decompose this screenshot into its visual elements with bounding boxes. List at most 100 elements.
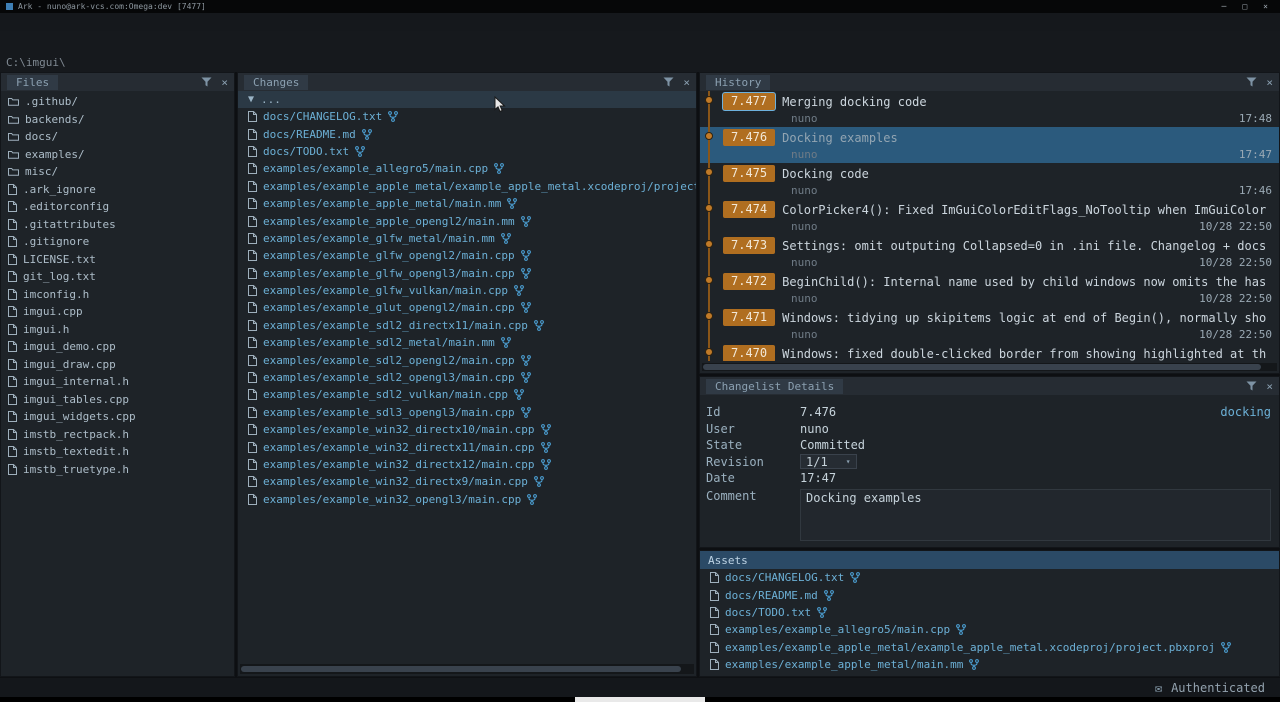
file-tree-item[interactable]: imgui_demo.cpp [1,338,234,356]
changed-file-row[interactable]: examples/example_glut_opengl2/main.cpp [238,299,696,316]
file-icon [8,464,17,475]
changed-file-row[interactable]: docs/README.md [238,125,696,142]
changed-file-row[interactable]: examples/example_glfw_opengl3/main.cpp [238,265,696,282]
file-tree-item[interactable]: .gitignore [1,233,234,251]
file-tree-item[interactable]: .ark_ignore [1,181,234,199]
changeset-badge[interactable]: 7.470 [723,345,775,361]
changeset-row[interactable]: 7.471 Windows: tidying up skipitems logi… [700,307,1279,343]
asset-row[interactable]: docs/README.md [700,586,1279,603]
asset-row[interactable]: docs/TODO.txt [700,604,1279,621]
close-window-icon[interactable]: × [1263,0,1268,13]
file-tree-item[interactable]: imstb_rectpack.h [1,426,234,444]
changed-file-row[interactable]: examples/example_apple_metal/main.mm [238,195,696,212]
filter-icon[interactable] [1246,381,1257,391]
comment-input[interactable]: Docking examples [800,489,1271,541]
changed-file-row[interactable]: examples/example_allegro5/main.cpp [238,160,696,177]
horizontal-scrollbar[interactable] [240,664,694,674]
folder-icon [8,167,19,176]
changeset-row[interactable]: 7.474 ColorPicker4(): Fixed ImGuiColorEd… [700,199,1279,235]
file-tree-item[interactable]: misc/ [1,163,234,181]
changed-file-row[interactable]: examples/example_apple_opengl2/main.mm [238,212,696,229]
file-tree-item[interactable]: imgui_widgets.cpp [1,408,234,426]
workspace-path-bar: C:\imgui\ [0,52,1280,72]
files-tree: .github/ backends/ doc [1,91,234,676]
changeset-badge[interactable]: 7.473 [723,237,775,254]
changeset-row[interactable]: 7.477 Merging docking code nuno 17:48 [700,91,1279,127]
file-tree-item[interactable]: imgui_tables.cpp [1,391,234,409]
changed-file-row[interactable]: examples/example_win32_directx10/main.cp… [238,421,696,438]
changed-file-row[interactable]: examples/example_sdl2_metal/main.mm [238,334,696,351]
revision-dropdown[interactable]: 1/1 ▾ [800,454,857,469]
changeset-badge[interactable]: 7.474 [723,201,775,218]
horizontal-scrollbar[interactable] [702,363,1277,371]
changeset-row[interactable]: 7.476 Docking examples nuno 17:47 [700,127,1279,163]
file-name: imgui_internal.h [23,375,129,388]
changed-file-row[interactable]: examples/example_win32_opengl3/main.cpp [238,491,696,508]
close-icon[interactable]: × [1266,77,1273,88]
file-tree-item[interactable]: git_log.txt [1,268,234,286]
maximize-icon[interactable]: □ [1242,0,1247,13]
file-tree-item[interactable]: backends/ [1,111,234,129]
file-tree-item[interactable]: imgui.h [1,321,234,339]
close-icon[interactable]: × [221,77,228,88]
changeset-badge[interactable]: 7.471 [723,309,775,326]
file-name: misc/ [25,165,58,178]
changed-file-row[interactable]: examples/example_sdl2_directx11/main.cpp [238,317,696,334]
changed-file-row[interactable]: examples/example_sdl2_vulkan/main.cpp [238,386,696,403]
changeset-badge[interactable]: 7.476 [723,129,775,146]
expander-icon[interactable]: ▼ [248,94,254,105]
branch-fork-icon [507,198,517,209]
changed-file-row[interactable]: examples/example_glfw_opengl2/main.cpp [238,247,696,264]
changeset-row[interactable]: 7.475 Docking code nuno 17:46 [700,163,1279,199]
changeset-badge[interactable]: 7.475 [723,165,775,182]
file-tree-item[interactable]: imconfig.h [1,286,234,304]
file-tree-item[interactable]: docs/ [1,128,234,146]
branch-fork-icon [521,407,531,418]
changed-file-row[interactable]: examples/example_apple_metal/example_app… [238,178,696,195]
asset-row[interactable]: docs/CHANGELOG.txt [700,569,1279,586]
changed-file-row[interactable]: examples/example_glfw_metal/main.mm [238,230,696,247]
asset-row[interactable]: examples/example_apple_metal/main.mm [700,656,1279,673]
file-tree-item[interactable]: .editorconfig [1,198,234,216]
changes-root-row[interactable]: ▼ ... [238,91,696,108]
file-tree-item[interactable]: .github/ [1,93,234,111]
file-tree-item[interactable]: imgui.cpp [1,303,234,321]
changed-file-path: examples/example_sdl2_opengl3/main.cpp [263,371,515,384]
changed-file-row[interactable]: examples/example_sdl2_opengl3/main.cpp [238,369,696,386]
file-tree-item[interactable]: imstb_truetype.h [1,461,234,479]
changed-file-row[interactable]: examples/example_win32_directx9/main.cpp [238,473,696,490]
file-tree-item[interactable]: LICENSE.txt [1,251,234,269]
file-tree-item[interactable]: imgui_internal.h [1,373,234,391]
file-tree-item[interactable]: examples/ [1,146,234,164]
file-icon [8,254,17,265]
close-icon[interactable]: × [683,77,690,88]
scrollbar-thumb[interactable] [241,666,681,672]
filter-icon[interactable] [663,77,674,87]
close-icon[interactable]: × [1266,381,1273,392]
changeset-row[interactable]: 7.473 Settings: omit outputing Collapsed… [700,235,1279,271]
file-tree-item[interactable]: .gitattributes [1,216,234,234]
folder-icon [8,97,19,106]
folder-icon [8,150,19,159]
asset-row[interactable]: examples/example_apple_metal/example_app… [700,639,1279,656]
changeset-row[interactable]: 7.470 Windows: fixed double-clicked bord… [700,343,1279,361]
changed-file-row[interactable]: examples/example_glfw_vulkan/main.cpp [238,282,696,299]
changed-file-row[interactable]: examples/example_win32_directx12/main.cp… [238,456,696,473]
changeset-badge[interactable]: 7.472 [723,273,775,290]
minimize-icon[interactable]: ─ [1222,0,1227,13]
changed-file-row[interactable]: examples/example_sdl3_opengl3/main.cpp [238,404,696,421]
changed-file-row[interactable]: docs/TODO.txt [238,143,696,160]
changeset-row[interactable]: 7.472 BeginChild(): Internal name used b… [700,271,1279,307]
asset-row[interactable]: examples/example_allegro5/main.cpp [700,621,1279,638]
file-tree-item[interactable]: imstb_textedit.h [1,443,234,461]
changed-file-row[interactable]: examples/example_win32_directx11/main.cp… [238,438,696,455]
changed-file-row[interactable]: docs/CHANGELOG.txt [238,108,696,125]
filter-icon[interactable] [201,77,212,87]
filter-icon[interactable] [1246,77,1257,87]
assets-list: docs/CHANGELOG.txt docs/README.md [700,569,1279,676]
scrollbar-thumb[interactable] [703,364,1261,370]
changeset-badge[interactable]: 7.477 [723,93,775,110]
assets-panel-header[interactable]: Assets [700,551,1279,569]
file-tree-item[interactable]: imgui_draw.cpp [1,356,234,374]
changed-file-row[interactable]: examples/example_sdl2_opengl2/main.cpp [238,351,696,368]
